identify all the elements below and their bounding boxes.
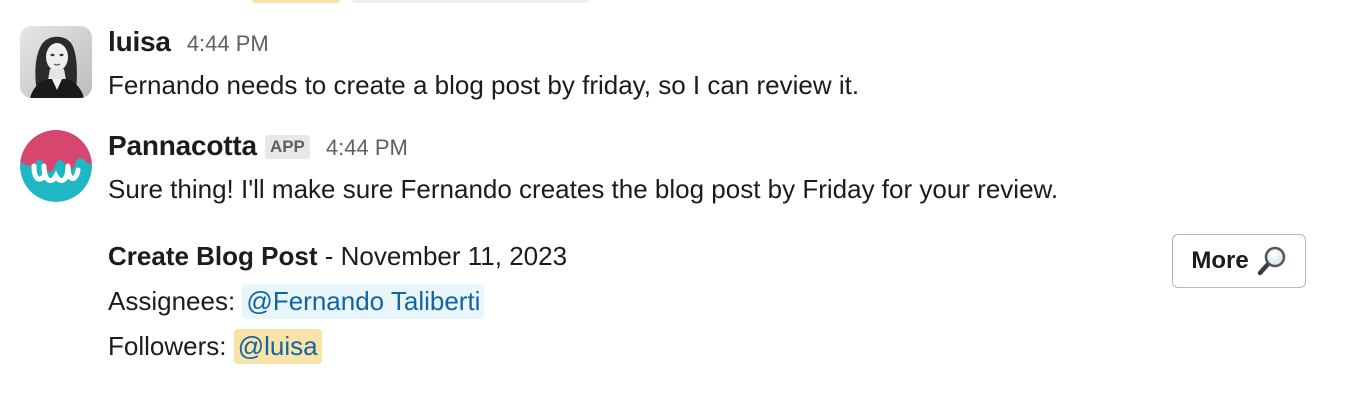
task-title-line: Create Blog Post - November 11, 2023 [108,241,567,272]
app-badge: APP [264,135,310,159]
followers-label: Followers: [108,331,227,361]
message-timestamp[interactable]: 4:44 PM [326,135,408,161]
assignees-line: Assignees: @Fernando Taliberti [108,284,485,319]
message-header: Pannacotta APP 4:44 PM [108,130,408,162]
more-button[interactable]: More [1172,234,1306,288]
task-title: Create Blog Post [108,241,318,271]
avatar-pannacotta[interactable] [20,130,92,202]
task-due-date: - November 11, 2023 [317,241,568,271]
assignees-label: Assignees: [108,286,236,316]
pannacotta-logo-icon [20,130,92,202]
author-name[interactable]: Pannacotta [108,130,257,162]
magnifier-icon [1255,245,1287,277]
message-text: Sure thing! I'll make sure Fernando crea… [108,174,1059,204]
assignee-mention[interactable]: @Fernando Taliberti [242,284,485,319]
more-button-label: More [1191,247,1249,274]
message-pannacotta: Pannacotta APP 4:44 PM Sure thing! I'll … [0,0,1368,406]
followers-line: Followers: @luisa [108,329,322,364]
follower-mention[interactable]: @luisa [233,329,322,364]
